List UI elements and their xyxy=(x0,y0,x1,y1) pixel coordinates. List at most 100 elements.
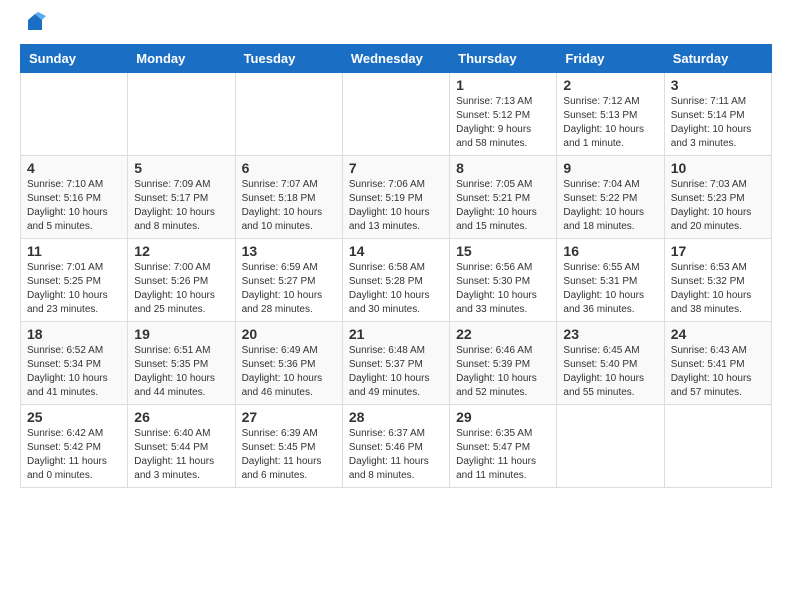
day-number: 11 xyxy=(27,243,121,259)
day-cell: 1 Sunrise: 7:13 AM Sunset: 5:12 PM Daylig… xyxy=(450,73,557,156)
day-info: Sunrise: 6:56 AM Sunset: 5:30 PM Dayligh… xyxy=(456,261,550,317)
day-cell: 29 Sunrise: 6:35 AM Sunset: 5:47 PM Dayli… xyxy=(450,405,557,488)
day-number: 4 xyxy=(27,160,121,176)
weekday-header-saturday: Saturday xyxy=(664,45,771,73)
day-cell: 18 Sunrise: 6:52 AM Sunset: 5:34 PM Dayli… xyxy=(21,322,128,405)
day-info: Sunrise: 6:48 AM Sunset: 5:37 PM Dayligh… xyxy=(349,344,443,400)
day-info: Sunrise: 6:42 AM Sunset: 5:42 PM Dayligh… xyxy=(27,427,121,483)
day-cell: 4 Sunrise: 7:10 AM Sunset: 5:16 PM Daylig… xyxy=(21,156,128,239)
day-info: Sunrise: 6:49 AM Sunset: 5:36 PM Dayligh… xyxy=(242,344,336,400)
day-cell: 3 Sunrise: 7:11 AM Sunset: 5:14 PM Daylig… xyxy=(664,73,771,156)
day-cell: 27 Sunrise: 6:39 AM Sunset: 5:45 PM Dayli… xyxy=(235,405,342,488)
day-info: Sunrise: 6:59 AM Sunset: 5:27 PM Dayligh… xyxy=(242,261,336,317)
day-info: Sunrise: 6:40 AM Sunset: 5:44 PM Dayligh… xyxy=(134,427,228,483)
logo xyxy=(20,16,46,34)
day-info: Sunrise: 7:06 AM Sunset: 5:19 PM Dayligh… xyxy=(349,178,443,234)
day-cell xyxy=(21,73,128,156)
day-number: 22 xyxy=(456,326,550,342)
day-info: Sunrise: 7:00 AM Sunset: 5:26 PM Dayligh… xyxy=(134,261,228,317)
day-info: Sunrise: 6:35 AM Sunset: 5:47 PM Dayligh… xyxy=(456,427,550,483)
day-number: 7 xyxy=(349,160,443,176)
day-info: Sunrise: 6:46 AM Sunset: 5:39 PM Dayligh… xyxy=(456,344,550,400)
day-number: 18 xyxy=(27,326,121,342)
day-info: Sunrise: 6:37 AM Sunset: 5:46 PM Dayligh… xyxy=(349,427,443,483)
day-number: 5 xyxy=(134,160,228,176)
day-cell xyxy=(664,405,771,488)
day-info: Sunrise: 7:12 AM Sunset: 5:13 PM Dayligh… xyxy=(563,95,657,151)
weekday-header-monday: Monday xyxy=(128,45,235,73)
day-cell: 14 Sunrise: 6:58 AM Sunset: 5:28 PM Dayli… xyxy=(342,239,449,322)
day-number: 27 xyxy=(242,409,336,425)
day-number: 20 xyxy=(242,326,336,342)
day-info: Sunrise: 7:13 AM Sunset: 5:12 PM Dayligh… xyxy=(456,95,550,151)
day-cell: 16 Sunrise: 6:55 AM Sunset: 5:31 PM Dayli… xyxy=(557,239,664,322)
logo-icon xyxy=(24,12,46,34)
day-number: 1 xyxy=(456,77,550,93)
day-info: Sunrise: 6:51 AM Sunset: 5:35 PM Dayligh… xyxy=(134,344,228,400)
day-cell: 17 Sunrise: 6:53 AM Sunset: 5:32 PM Dayli… xyxy=(664,239,771,322)
day-cell: 15 Sunrise: 6:56 AM Sunset: 5:30 PM Dayli… xyxy=(450,239,557,322)
day-number: 9 xyxy=(563,160,657,176)
day-info: Sunrise: 6:58 AM Sunset: 5:28 PM Dayligh… xyxy=(349,261,443,317)
day-cell: 11 Sunrise: 7:01 AM Sunset: 5:25 PM Dayli… xyxy=(21,239,128,322)
day-number: 15 xyxy=(456,243,550,259)
day-number: 28 xyxy=(349,409,443,425)
day-number: 10 xyxy=(671,160,765,176)
day-cell: 13 Sunrise: 6:59 AM Sunset: 5:27 PM Dayli… xyxy=(235,239,342,322)
day-number: 24 xyxy=(671,326,765,342)
day-number: 16 xyxy=(563,243,657,259)
day-info: Sunrise: 6:53 AM Sunset: 5:32 PM Dayligh… xyxy=(671,261,765,317)
day-cell xyxy=(128,73,235,156)
day-number: 17 xyxy=(671,243,765,259)
day-info: Sunrise: 7:04 AM Sunset: 5:22 PM Dayligh… xyxy=(563,178,657,234)
day-info: Sunrise: 7:07 AM Sunset: 5:18 PM Dayligh… xyxy=(242,178,336,234)
day-info: Sunrise: 7:01 AM Sunset: 5:25 PM Dayligh… xyxy=(27,261,121,317)
day-info: Sunrise: 6:52 AM Sunset: 5:34 PM Dayligh… xyxy=(27,344,121,400)
day-cell: 19 Sunrise: 6:51 AM Sunset: 5:35 PM Dayli… xyxy=(128,322,235,405)
day-number: 12 xyxy=(134,243,228,259)
day-cell: 28 Sunrise: 6:37 AM Sunset: 5:46 PM Dayli… xyxy=(342,405,449,488)
day-info: Sunrise: 7:10 AM Sunset: 5:16 PM Dayligh… xyxy=(27,178,121,234)
week-row-4: 18 Sunrise: 6:52 AM Sunset: 5:34 PM Dayli… xyxy=(21,322,772,405)
day-number: 8 xyxy=(456,160,550,176)
day-info: Sunrise: 6:39 AM Sunset: 5:45 PM Dayligh… xyxy=(242,427,336,483)
day-info: Sunrise: 6:43 AM Sunset: 5:41 PM Dayligh… xyxy=(671,344,765,400)
weekday-header-thursday: Thursday xyxy=(450,45,557,73)
weekday-header-wednesday: Wednesday xyxy=(342,45,449,73)
day-info: Sunrise: 7:11 AM Sunset: 5:14 PM Dayligh… xyxy=(671,95,765,151)
week-row-2: 4 Sunrise: 7:10 AM Sunset: 5:16 PM Daylig… xyxy=(21,156,772,239)
day-cell: 21 Sunrise: 6:48 AM Sunset: 5:37 PM Dayli… xyxy=(342,322,449,405)
header xyxy=(20,16,772,34)
day-number: 21 xyxy=(349,326,443,342)
day-info: Sunrise: 7:05 AM Sunset: 5:21 PM Dayligh… xyxy=(456,178,550,234)
day-cell: 8 Sunrise: 7:05 AM Sunset: 5:21 PM Daylig… xyxy=(450,156,557,239)
day-cell: 9 Sunrise: 7:04 AM Sunset: 5:22 PM Daylig… xyxy=(557,156,664,239)
day-cell: 22 Sunrise: 6:46 AM Sunset: 5:39 PM Dayli… xyxy=(450,322,557,405)
weekday-header-sunday: Sunday xyxy=(21,45,128,73)
week-row-1: 1 Sunrise: 7:13 AM Sunset: 5:12 PM Daylig… xyxy=(21,73,772,156)
day-cell: 23Sunrise: 6:45 AM Sunset: 5:40 PM Dayli… xyxy=(557,322,664,405)
day-info: Sunrise: 6:55 AM Sunset: 5:31 PM Dayligh… xyxy=(563,261,657,317)
day-number: 3 xyxy=(671,77,765,93)
day-cell: 12 Sunrise: 7:00 AM Sunset: 5:26 PM Dayli… xyxy=(128,239,235,322)
day-cell: 10 Sunrise: 7:03 AM Sunset: 5:23 PM Dayli… xyxy=(664,156,771,239)
day-info: Sunrise: 7:03 AM Sunset: 5:23 PM Dayligh… xyxy=(671,178,765,234)
day-cell: 5 Sunrise: 7:09 AM Sunset: 5:17 PM Daylig… xyxy=(128,156,235,239)
day-number: 13 xyxy=(242,243,336,259)
day-cell: 7 Sunrise: 7:06 AM Sunset: 5:19 PM Daylig… xyxy=(342,156,449,239)
day-cell xyxy=(235,73,342,156)
day-cell: 26Sunrise: 6:40 AM Sunset: 5:44 PM Dayli… xyxy=(128,405,235,488)
day-number: 23 xyxy=(563,326,657,342)
day-cell xyxy=(557,405,664,488)
day-number: 14 xyxy=(349,243,443,259)
day-number: 25 xyxy=(27,409,121,425)
day-info: Sunrise: 7:09 AM Sunset: 5:17 PM Dayligh… xyxy=(134,178,228,234)
day-number: 2 xyxy=(563,77,657,93)
week-row-5: 25 Sunrise: 6:42 AM Sunset: 5:42 PM Dayli… xyxy=(21,405,772,488)
day-number: 19 xyxy=(134,326,228,342)
day-cell: 6Sunrise: 7:07 AM Sunset: 5:18 PM Daylig… xyxy=(235,156,342,239)
day-cell: 2 Sunrise: 7:12 AM Sunset: 5:13 PM Daylig… xyxy=(557,73,664,156)
calendar: SundayMondayTuesdayWednesdayThursdayFrid… xyxy=(20,44,772,488)
day-number: 29 xyxy=(456,409,550,425)
day-cell: 25 Sunrise: 6:42 AM Sunset: 5:42 PM Dayli… xyxy=(21,405,128,488)
